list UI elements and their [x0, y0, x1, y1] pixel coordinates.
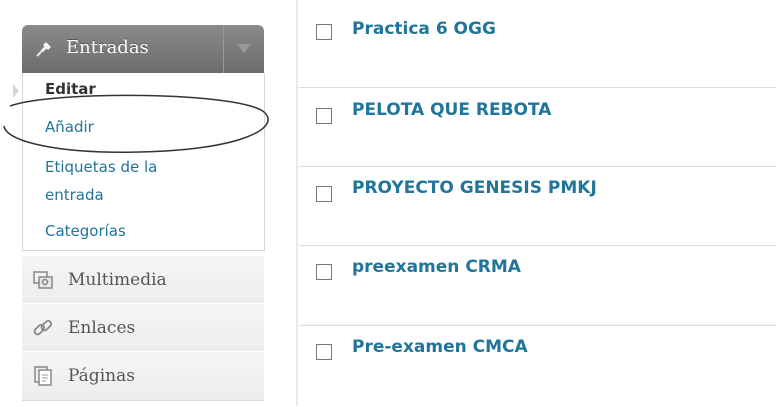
posts-submenu: Editar Añadir Etiquetas de la entrada Ca… — [22, 73, 265, 251]
current-arrow-icon — [13, 84, 19, 98]
post-row: PELOTA QUE REBOTA — [299, 87, 776, 166]
menu-item-enlaces-label: Enlaces — [68, 318, 136, 338]
post-row: preexamen CRMA — [299, 245, 776, 324]
pin-icon — [34, 39, 54, 59]
post-checkbox[interactable] — [316, 108, 332, 124]
menu-item-multimedia[interactable]: Multimedia — [22, 255, 264, 305]
post-checkbox[interactable] — [316, 344, 332, 360]
menu-item-enlaces[interactable]: Enlaces — [22, 303, 264, 353]
posts-list: Practica 6 OGG PELOTA QUE REBOTA PROYECT… — [299, 0, 776, 407]
submenu-item-etiquetas-cont[interactable]: entrada — [45, 186, 104, 204]
post-row: PROYECTO GENESIS PMKJ — [299, 166, 776, 245]
post-title-link[interactable]: Pre-examen CMCA — [352, 337, 528, 357]
menu-item-paginas[interactable]: Páginas — [22, 351, 264, 401]
submenu-item-editar[interactable]: Editar — [45, 80, 96, 98]
sidebar-divider — [296, 0, 298, 406]
post-checkbox[interactable] — [316, 24, 332, 40]
media-icon — [32, 269, 54, 291]
menu-item-posts-label: Entradas — [66, 37, 149, 58]
post-checkbox[interactable] — [316, 264, 332, 280]
chevron-down-icon — [237, 44, 251, 53]
post-title-link[interactable]: PROYECTO GENESIS PMKJ — [352, 178, 597, 198]
menu-item-paginas-label: Páginas — [68, 366, 135, 386]
submenu-item-etiquetas[interactable]: Etiquetas de la — [45, 158, 157, 176]
post-row: Practica 6 OGG — [299, 0, 776, 88]
post-checkbox[interactable] — [316, 186, 332, 202]
pages-icon — [32, 365, 54, 387]
post-title-link[interactable]: preexamen CRMA — [352, 257, 521, 277]
admin-sidebar: Entradas Editar Añadir Etiquetas de la e… — [0, 0, 298, 406]
submenu-item-anadir[interactable]: Añadir — [45, 118, 94, 136]
link-icon — [32, 317, 54, 339]
menu-item-multimedia-label: Multimedia — [68, 270, 167, 290]
post-title-link[interactable]: Practica 6 OGG — [352, 19, 496, 39]
post-title-link[interactable]: PELOTA QUE REBOTA — [352, 100, 551, 120]
post-row: Pre-examen CMCA — [299, 325, 776, 407]
submenu-item-categorias[interactable]: Categorías — [45, 222, 126, 240]
menu-toggle[interactable] — [223, 25, 264, 73]
menu-item-posts[interactable]: Entradas — [22, 25, 264, 73]
